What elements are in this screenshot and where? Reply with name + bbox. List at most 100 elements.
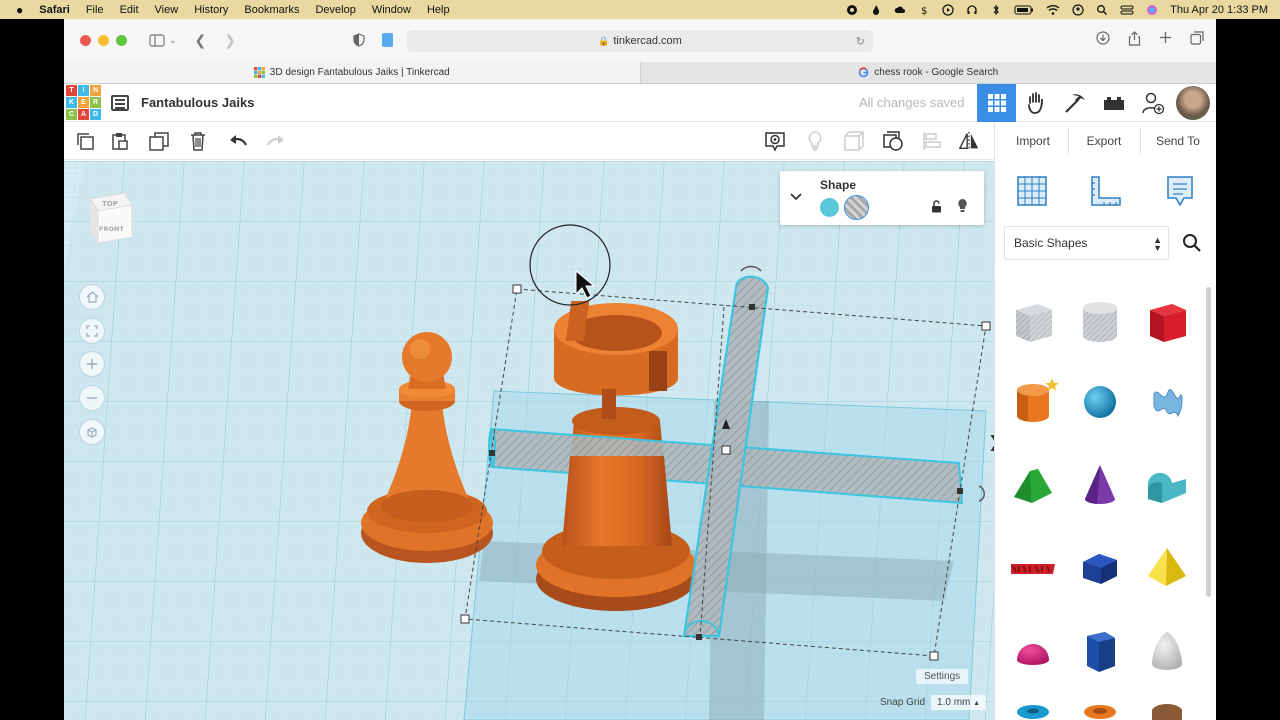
address-bar[interactable]: 🔒 tinkercad.com ↻ <box>407 30 873 52</box>
shape-round-roof[interactable] <box>1134 445 1200 523</box>
shape-cylinder-hole[interactable] <box>1067 282 1133 360</box>
workplane-icon[interactable] <box>1015 174 1049 213</box>
menu-develop[interactable]: Develop <box>307 4 363 16</box>
sidebar-toggle-icon[interactable]: ⌄ <box>149 34 177 47</box>
spotlight-icon[interactable] <box>1096 4 1108 16</box>
close-window-button[interactable] <box>80 35 91 46</box>
lock-icon[interactable] <box>931 200 942 218</box>
battery-icon[interactable] <box>1014 4 1034 16</box>
resize-handle[interactable] <box>981 321 991 331</box>
shape-polygon-prism[interactable] <box>1067 528 1133 606</box>
downloads-icon[interactable] <box>1096 31 1110 49</box>
control-center-icon[interactable] <box>1120 4 1134 16</box>
record-icon[interactable] <box>846 4 858 16</box>
menu-app-name[interactable]: Safari <box>31 4 78 16</box>
shape-sphere[interactable] <box>1067 362 1133 440</box>
shape-category-select[interactable]: Basic Shapes ▲ ▼ <box>1004 226 1169 260</box>
menu-help[interactable]: Help <box>419 4 458 16</box>
menu-edit[interactable]: Edit <box>112 4 147 16</box>
new-tab-icon[interactable] <box>1159 31 1172 49</box>
cloud-icon[interactable] <box>894 4 906 16</box>
undo-icon[interactable] <box>227 131 249 151</box>
menu-window[interactable]: Window <box>364 4 419 16</box>
edge-handle[interactable] <box>489 450 495 456</box>
edge-handle[interactable] <box>957 488 963 494</box>
wifi-icon[interactable] <box>1046 4 1060 16</box>
apple-menu-icon[interactable]: ● <box>0 3 31 17</box>
import-button[interactable]: Import <box>1000 132 1066 150</box>
reload-icon[interactable]: ↻ <box>856 35 865 48</box>
workplane[interactable]: TOP FRONT Shape Settings Snap Grid 1.0 m… <box>64 161 994 720</box>
copy-icon[interactable] <box>74 131 96 151</box>
user-status-icon[interactable] <box>1072 3 1084 16</box>
3d-view-button[interactable] <box>977 84 1016 122</box>
export-button[interactable]: Export <box>1070 132 1138 150</box>
share-icon[interactable] <box>1128 31 1141 49</box>
flame-icon[interactable] <box>870 4 882 16</box>
back-icon[interactable]: ❮ <box>195 32 207 49</box>
minimize-window-button[interactable] <box>98 35 109 46</box>
shape-wedge[interactable] <box>1134 692 1200 720</box>
hole-icon[interactable] <box>843 131 865 151</box>
avatar[interactable] <box>1176 86 1210 120</box>
home-view-button[interactable] <box>79 284 105 310</box>
collapse-chevron-icon[interactable] <box>790 188 802 206</box>
shape-box[interactable] <box>1134 282 1200 360</box>
center-handle[interactable] <box>721 445 731 455</box>
zoom-out-button[interactable] <box>79 385 105 411</box>
solid-color-swatch[interactable] <box>820 198 839 217</box>
resize-handle[interactable] <box>460 614 470 624</box>
design-list-icon[interactable] <box>111 94 129 111</box>
resize-handle[interactable] <box>512 284 522 294</box>
resize-handle[interactable] <box>929 651 939 661</box>
tab-overview-icon[interactable] <box>1190 31 1204 49</box>
delete-icon[interactable] <box>187 131 209 151</box>
shape-text[interactable] <box>1000 528 1066 606</box>
ruler-icon[interactable] <box>1089 174 1123 213</box>
view-cube[interactable]: TOP FRONT <box>84 185 136 245</box>
shape-cone[interactable] <box>1067 445 1133 523</box>
bricks-button[interactable] <box>1094 84 1133 122</box>
menu-view[interactable]: View <box>147 4 187 16</box>
edge-handle[interactable] <box>749 304 755 310</box>
design-name[interactable]: Fantabulous Jaiks <box>141 95 254 110</box>
menu-history[interactable]: History <box>186 4 236 16</box>
menu-file[interactable]: File <box>78 4 112 16</box>
zoom-window-button[interactable] <box>116 35 127 46</box>
sim-lab-button[interactable] <box>1055 84 1094 122</box>
fit-view-button[interactable] <box>79 318 105 344</box>
headphones-icon[interactable] <box>966 4 978 16</box>
paste-icon[interactable] <box>109 131 131 151</box>
notes-icon[interactable] <box>1165 174 1195 213</box>
menu-bookmarks[interactable]: Bookmarks <box>236 4 307 16</box>
shape-torus[interactable] <box>1000 692 1066 720</box>
hole-swatch[interactable] <box>844 195 869 220</box>
shape-cylinder[interactable] <box>1000 362 1066 440</box>
codeblocks-button[interactable] <box>1016 84 1055 122</box>
workplane-canvas[interactable] <box>64 161 994 720</box>
shape-tube[interactable] <box>1067 692 1133 720</box>
mirror-icon[interactable] <box>958 131 980 151</box>
siri-icon[interactable] <box>1146 4 1158 16</box>
privacy-shield-icon[interactable] <box>353 33 365 52</box>
edge-handle[interactable] <box>696 634 702 640</box>
shape-paraboloid[interactable] <box>1134 612 1200 690</box>
shape-polygon[interactable] <box>1067 612 1133 690</box>
invite-user-button[interactable] <box>1133 84 1172 122</box>
notes-icon[interactable] <box>764 131 786 152</box>
shape-box-hole[interactable] <box>1000 282 1066 360</box>
tinkercad-logo[interactable]: T I N K E R C A D <box>66 85 101 120</box>
align-icon[interactable] <box>921 131 943 151</box>
group-icon[interactable] <box>882 131 904 151</box>
dollar-icon[interactable]: $ <box>918 4 930 16</box>
snap-grid-select[interactable]: 1.0 mm ▲ <box>931 695 987 710</box>
tab-google-search[interactable]: chess rook - Google Search <box>641 62 1217 83</box>
play-icon[interactable] <box>942 3 954 16</box>
duplicate-icon[interactable] <box>148 131 170 151</box>
shape-half-sphere[interactable] <box>1000 612 1066 690</box>
shape-roof[interactable] <box>1000 445 1066 523</box>
ortho-view-button[interactable] <box>79 419 105 445</box>
clock[interactable]: Thu Apr 20 1:33 PM <box>1170 4 1268 16</box>
shape-search-button[interactable] <box>1177 228 1207 258</box>
tab-favicon-icon[interactable] <box>381 32 394 53</box>
